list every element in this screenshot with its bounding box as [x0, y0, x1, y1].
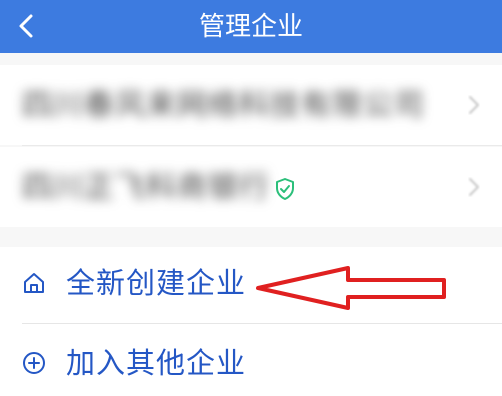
company-row[interactable]: 四川春风来网络科技有限公司: [0, 65, 502, 145]
create-company-label: 全新创建企业: [66, 266, 247, 300]
plus-circle-icon: [23, 352, 45, 374]
divider: [22, 323, 502, 324]
verified-shield-icon: [276, 178, 294, 200]
company-row[interactable]: 四川正飞科商银行: [0, 147, 502, 227]
top-bar: 管理企业: [0, 0, 502, 53]
join-company-button[interactable]: 加入其他企业: [22, 339, 462, 389]
chevron-right-icon: [469, 178, 479, 196]
home-icon: [24, 273, 44, 293]
company-name: 四川正飞科商银行: [22, 170, 270, 205]
page-title: 管理企业: [198, 12, 303, 42]
annotation-arrow-icon: [256, 266, 446, 310]
chevron-right-icon: [469, 96, 479, 114]
divider: [22, 145, 502, 146]
join-company-label: 加入其他企业: [66, 346, 247, 380]
company-name: 四川春风来网络科技有限公司: [22, 88, 425, 123]
